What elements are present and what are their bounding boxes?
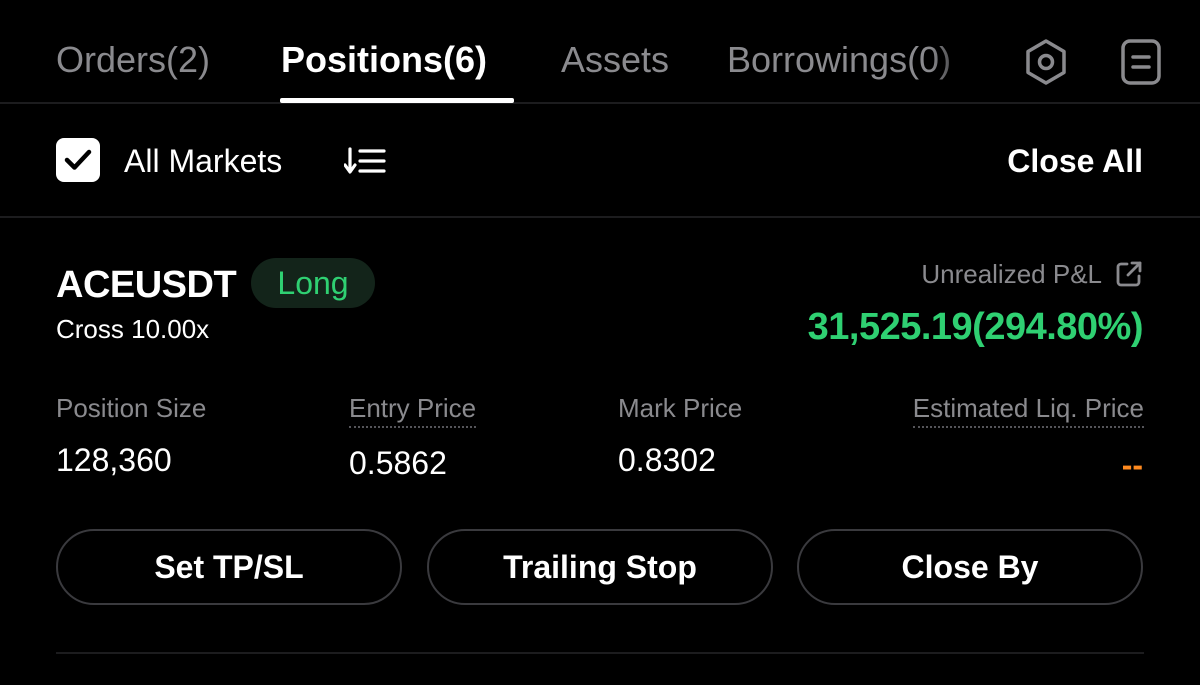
tab-overflow-fade — [930, 30, 990, 94]
all-markets-checkbox[interactable] — [56, 138, 100, 182]
close-by-button[interactable]: Close By — [797, 529, 1143, 605]
tab-borrowings[interactable]: Borrowings(0) — [727, 38, 951, 82]
unrealized-pnl-header: Unrealized P&L — [921, 257, 1144, 291]
position-side-badge: Long — [251, 258, 375, 308]
estimated-liq-price-label[interactable]: Estimated Liq. Price — [912, 391, 1144, 428]
tab-positions[interactable]: Positions(6) — [281, 38, 487, 82]
unrealized-pnl-value: 31,525.19(294.80%) — [807, 306, 1144, 348]
entry-price-label[interactable]: Entry Price — [349, 391, 477, 428]
position-size-label: Position Size — [56, 393, 207, 423]
check-icon — [64, 149, 92, 170]
mark-price-value: 0.8302 — [618, 442, 716, 478]
document-icon[interactable] — [1121, 39, 1161, 90]
position-symbol[interactable]: ACEUSDT — [56, 262, 237, 308]
tab-assets[interactable]: Assets — [561, 38, 669, 82]
tab-orders[interactable]: Orders(2) — [56, 38, 210, 82]
all-markets-label[interactable]: All Markets — [124, 142, 282, 180]
mark-price-label: Mark Price — [618, 393, 743, 423]
position-size-value: 128,360 — [56, 442, 172, 478]
share-external-icon[interactable] — [1114, 259, 1144, 289]
active-tab-indicator — [280, 98, 514, 103]
card-divider — [56, 652, 1144, 654]
set-tp-sl-button[interactable]: Set TP/SL — [56, 529, 402, 605]
entry-price-value: 0.5862 — [349, 445, 447, 481]
margin-mode: Cross 10.00x — [56, 314, 210, 344]
filter-row: All Markets Close All — [0, 104, 1200, 218]
estimated-liq-price-value: -- — [1121, 447, 1143, 483]
unrealized-pnl-label: Unrealized P&L — [921, 259, 1102, 289]
trailing-stop-button[interactable]: Trailing Stop — [427, 529, 773, 605]
tab-bar: Orders(2) Positions(6) Assets Borrowings… — [0, 0, 1200, 104]
close-all-button[interactable]: Close All — [1007, 142, 1143, 180]
sort-icon[interactable] — [343, 146, 386, 181]
settings-hexagon-icon[interactable] — [1022, 38, 1070, 91]
